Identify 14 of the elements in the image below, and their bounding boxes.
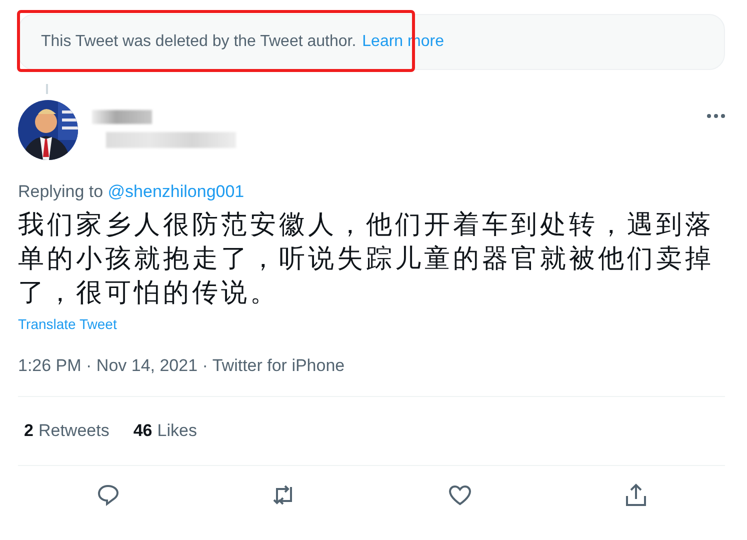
blurred-name xyxy=(92,110,152,124)
stat-count: 2 xyxy=(24,421,34,441)
replying-label: Replying to xyxy=(18,182,104,201)
notice-text: This Tweet was deleted by the Tweet author. xyxy=(41,33,356,51)
more-icon[interactable] xyxy=(707,114,725,118)
stat-label[interactable]: Likes xyxy=(157,421,197,441)
reply-icon[interactable] xyxy=(95,482,121,508)
share-icon[interactable] xyxy=(623,482,649,508)
mention-link[interactable]: @shenzhilong001 xyxy=(108,182,244,201)
stat-count: 46 xyxy=(133,421,152,441)
stat-label[interactable]: Retweets xyxy=(38,421,110,441)
tweet-timestamp: 1:26 PM · Nov 14, 2021 · Twitter for iPhone xyxy=(18,356,346,376)
tweet-text: 我们家乡人很防范安徽人，他们开着车到处转，遇到落单的小孩就抱走了，听说失踪儿童的器官就被他们卖掉了，很可怕的传说。 xyxy=(18,209,715,310)
translate-link[interactable]: Translate Tweet xyxy=(18,316,117,332)
